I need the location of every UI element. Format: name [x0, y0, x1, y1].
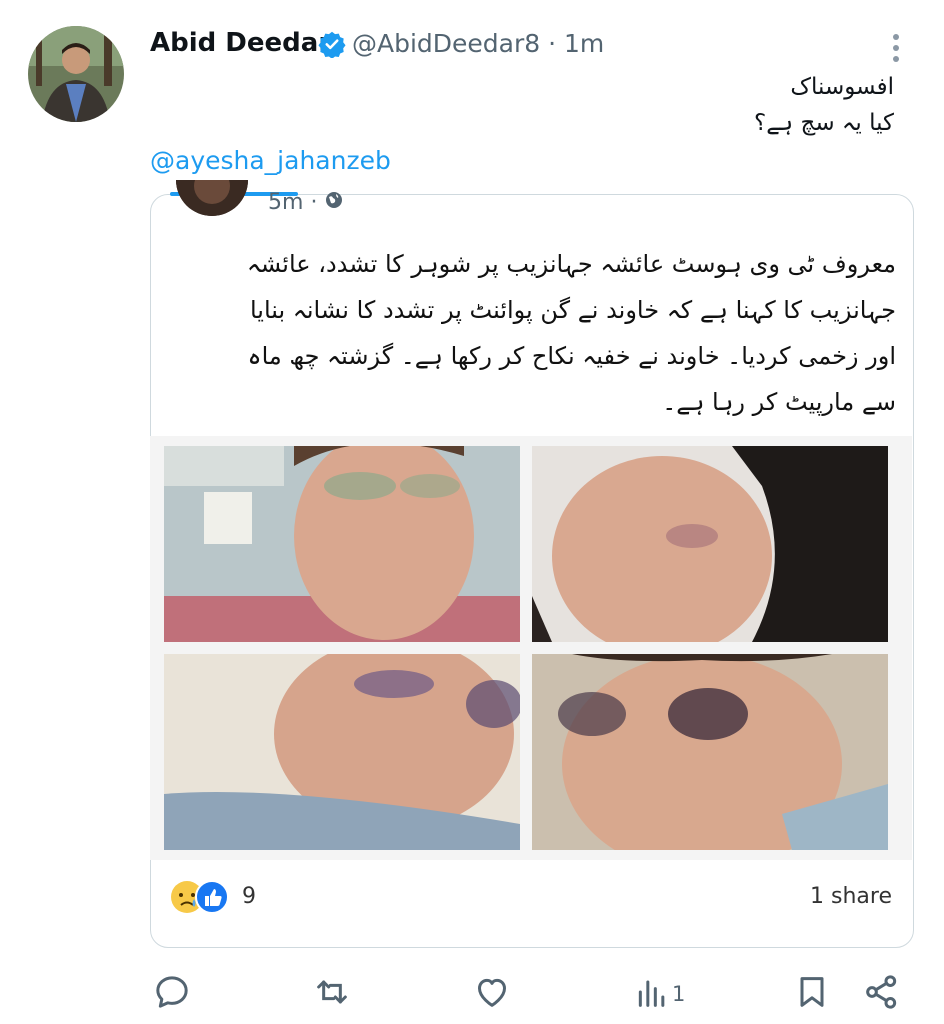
embedded-text-line-3: اور زخمی کردیا۔ خاوند نے خفیہ نکاح کر رک…	[247, 342, 896, 370]
embedded-text-line-1: معروف ٹی وی ہوسٹ عائشہ جہانزیب پر شوہر ک…	[246, 250, 896, 278]
avatar-photo	[28, 26, 124, 122]
like-icon[interactable]	[472, 972, 512, 1012]
post-text-line-2: کیا یہ سچ ہے؟	[754, 110, 894, 136]
embedded-time-row: 5m ·	[268, 190, 344, 216]
reply-icon[interactable]	[152, 972, 192, 1012]
author-name[interactable]: Abid Deedar	[150, 28, 331, 58]
photo-top-right[interactable]	[532, 446, 888, 642]
share-icon[interactable]	[862, 972, 902, 1012]
embedded-separator: ·	[310, 190, 318, 215]
globe-icon	[324, 190, 344, 216]
embedded-text-line-4: سے مارپیٹ کر رہا ہے۔	[662, 388, 896, 416]
embedded-time: 5m	[268, 190, 304, 215]
photo-top-left[interactable]	[164, 446, 520, 642]
reaction-count[interactable]: 9	[242, 884, 256, 909]
bookmark-icon[interactable]	[792, 972, 832, 1012]
time-separator: ·	[548, 29, 557, 58]
verified-badge-icon	[318, 30, 346, 59]
embedded-text-line-2: جہانزیب کا کہنا ہے کہ خاوند نے گن پوائنٹ…	[249, 296, 896, 324]
reaction-icons[interactable]	[170, 880, 232, 914]
author-avatar[interactable]	[28, 26, 124, 122]
share-count[interactable]: 1 share	[810, 884, 892, 909]
views-count[interactable]: 1	[672, 982, 685, 1006]
author-handle-and-time: @AbidDeedar8 · 1m	[352, 29, 604, 58]
repost-icon[interactable]	[312, 972, 352, 1012]
photo-bottom-right[interactable]	[532, 654, 888, 850]
views-icon[interactable]	[632, 972, 672, 1012]
photo-bottom-left[interactable]	[164, 654, 520, 850]
post-time[interactable]: 1m	[564, 29, 604, 58]
mention-link[interactable]: @ayesha_jahanzeb	[150, 146, 391, 175]
post-text-line-1: افسوسناک	[790, 74, 894, 100]
author-handle[interactable]: @AbidDeedar8	[352, 29, 540, 58]
more-vertical-icon[interactable]	[884, 30, 908, 70]
